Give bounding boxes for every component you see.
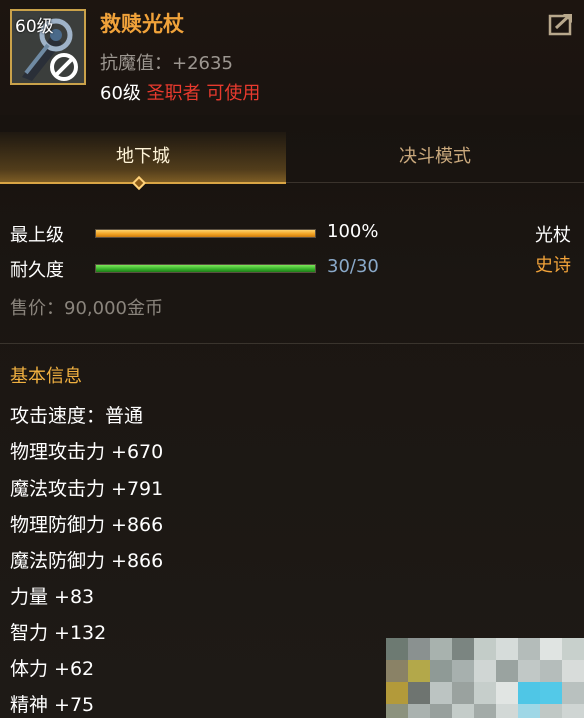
item-icon[interactable]: 60级 <box>10 9 86 85</box>
item-name: 救赎光杖 <box>100 12 184 36</box>
item-header: 60级 救赎光杖 抗魔值：+2635 60级 圣职者 可使用 <box>0 0 584 115</box>
stat-vitality: 体力 +62 <box>10 658 95 680</box>
share-icon[interactable] <box>548 12 574 36</box>
stat-magic-attack: 魔法攻击力 +791 <box>10 478 164 500</box>
tab-dungeon[interactable]: 地下城 <box>0 132 286 184</box>
durability-label: 耐久度 <box>10 260 64 281</box>
upgrade-bar <box>95 229 316 238</box>
upgrade-value: 100% <box>327 221 379 242</box>
req-usable: 可使用 <box>206 83 261 104</box>
blurred-area <box>386 638 584 718</box>
item-resist: 抗魔值：+2635 <box>100 49 233 75</box>
stat-physical-defense: 物理防御力 +866 <box>10 514 164 536</box>
upgrade-label: 最上级 <box>10 225 64 246</box>
stat-intelligence: 智力 +132 <box>10 622 107 644</box>
durability-bar <box>95 264 316 273</box>
section-title: 基本信息 <box>10 366 82 387</box>
durability-bar-fill <box>96 265 315 272</box>
req-class: 圣职者 <box>146 83 201 104</box>
stat-magic-defense: 魔法防御力 +866 <box>10 550 164 572</box>
req-level: 60级 <box>100 83 141 104</box>
stat-physical-attack: 物理攻击力 +670 <box>10 441 164 463</box>
durability-value: 30/30 <box>327 256 379 277</box>
resist-value: +2635 <box>172 53 233 74</box>
sell-price: 售价：90,000金币 <box>10 298 163 319</box>
divider <box>0 343 584 344</box>
rarity: 史诗 <box>535 255 571 276</box>
tab-duel[interactable]: 决斗模式 <box>286 132 584 183</box>
weapon-type: 光杖 <box>535 225 571 246</box>
resist-label: 抗魔值： <box>100 53 172 74</box>
stat-strength: 力量 +83 <box>10 586 95 608</box>
stat-spirit: 精神 +75 <box>10 694 95 716</box>
stat-attack-speed: 攻击速度：普通 <box>10 405 144 427</box>
mode-tabs: 地下城 决斗模式 <box>0 132 584 184</box>
item-requirement: 60级 圣职者 可使用 <box>100 79 260 105</box>
item-level-badge: 60级 <box>15 17 54 37</box>
upgrade-bar-fill <box>96 230 315 237</box>
